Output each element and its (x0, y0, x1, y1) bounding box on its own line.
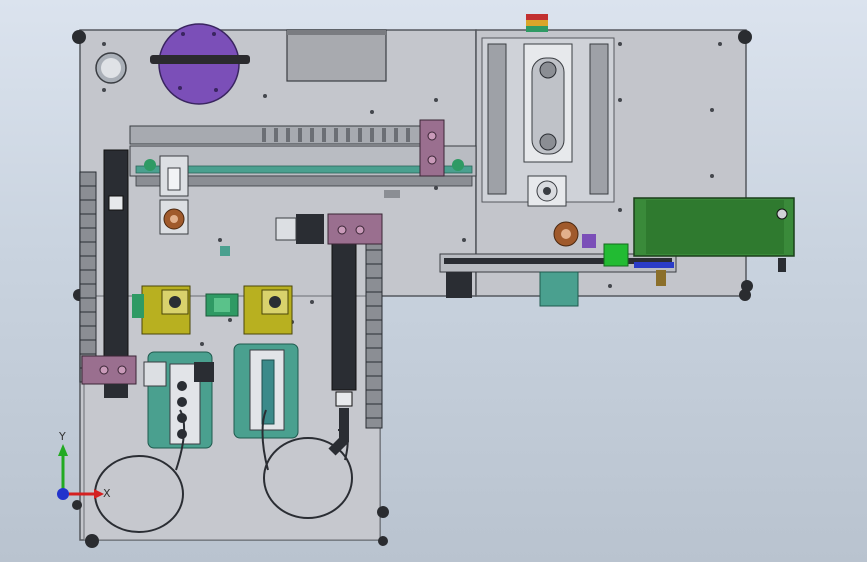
coordinate-triad: Y X (57, 430, 111, 500)
z-axis-origin (57, 488, 69, 500)
x-axis-arrow (63, 489, 104, 499)
y-axis-label: Y (58, 430, 66, 443)
x-axis-label: X (103, 487, 111, 500)
3d-viewport[interactable]: Y X (0, 0, 867, 562)
y-axis-arrow (58, 444, 68, 494)
